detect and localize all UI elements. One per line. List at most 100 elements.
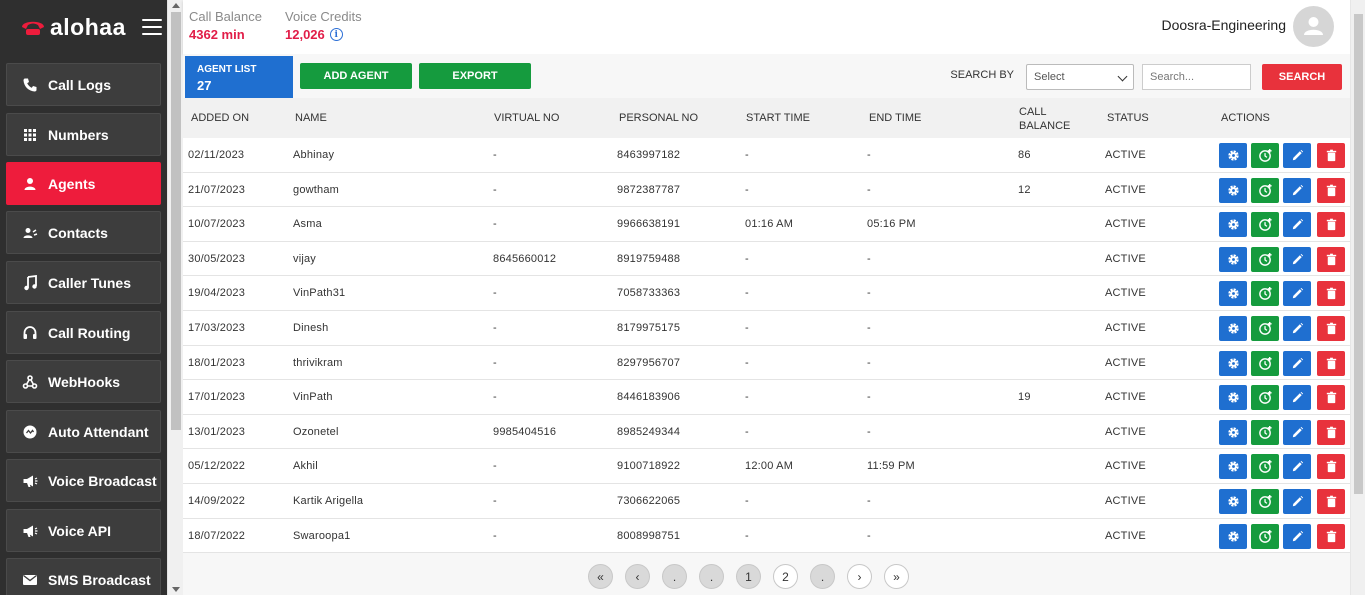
delete-button[interactable] (1317, 488, 1345, 514)
settings-button[interactable] (1219, 143, 1247, 168)
delete-button[interactable] (1317, 350, 1345, 376)
add-agent-button[interactable]: ADD AGENT (300, 63, 412, 89)
avatar[interactable] (1293, 6, 1334, 47)
search-input[interactable]: Search... (1142, 64, 1251, 90)
next-page-button[interactable]: › (847, 564, 872, 589)
edit-button[interactable] (1283, 315, 1311, 341)
sidebar-item-call-routing[interactable]: Call Routing (6, 311, 161, 354)
page-ellipsis[interactable]: . (699, 564, 724, 589)
schedule-button[interactable] (1251, 143, 1279, 168)
edit-button[interactable] (1283, 488, 1311, 514)
delete-button[interactable] (1317, 177, 1345, 203)
schedule-button[interactable] (1251, 281, 1279, 307)
search-by-select[interactable]: Select (1026, 64, 1134, 90)
page-ellipsis[interactable]: . (810, 564, 835, 589)
table-row: 14/09/2022 Kartik Arigella - 7306622065 - - AC… (183, 483, 1350, 519)
page-ellipsis[interactable]: . (662, 564, 687, 589)
edit-button[interactable] (1283, 350, 1311, 376)
settings-button[interactable] (1219, 177, 1247, 203)
last-page-button[interactable]: » (884, 564, 909, 589)
settings-button[interactable] (1219, 454, 1247, 480)
settings-button[interactable] (1219, 350, 1247, 376)
first-page-button[interactable]: « (588, 564, 613, 589)
sidebar-item-voice-broadcast[interactable]: Voice Broadcast (6, 459, 161, 502)
schedule-button[interactable] (1251, 350, 1279, 376)
settings-button[interactable] (1219, 419, 1247, 445)
export-button[interactable]: EXPORT (419, 63, 531, 89)
search-button[interactable]: SEARCH (1262, 64, 1342, 90)
sidebar-scrollbar[interactable] (167, 0, 183, 595)
schedule-button[interactable] (1251, 488, 1279, 514)
logo-bar: alohaa (0, 0, 167, 54)
info-icon[interactable]: i (329, 28, 343, 41)
sidebar-item-sms-broadcast[interactable]: SMS Broadcast (6, 558, 161, 595)
sidebar-item-numbers[interactable]: Numbers (6, 113, 161, 156)
edit-button[interactable] (1283, 385, 1311, 411)
edit-button[interactable] (1283, 212, 1311, 238)
gear-icon (1226, 459, 1241, 474)
schedule-button[interactable] (1251, 385, 1279, 411)
edit-button[interactable] (1283, 143, 1311, 168)
pencil-icon (1290, 321, 1305, 336)
delete-button[interactable] (1317, 419, 1345, 445)
settings-button[interactable] (1219, 212, 1247, 238)
row-actions (1219, 350, 1349, 376)
sidebar-item-agents[interactable]: Agents (6, 162, 161, 205)
page-scrollbar[interactable] (1350, 0, 1365, 595)
delete-button[interactable] (1317, 143, 1345, 168)
trash-icon (1324, 494, 1339, 509)
delete-button[interactable] (1317, 281, 1345, 307)
sidebar-item-auto-attendant[interactable]: Auto Attendant (6, 410, 161, 453)
pencil-icon (1290, 529, 1305, 544)
edit-button[interactable] (1283, 419, 1311, 445)
prev-page-button[interactable]: ‹ (625, 564, 650, 589)
schedule-button[interactable] (1251, 419, 1279, 445)
sidebar-item-caller-tunes[interactable]: Caller Tunes (6, 261, 161, 304)
cell-personal-no: 9872387787 (617, 183, 681, 196)
schedule-button[interactable] (1251, 454, 1279, 480)
sidebar-item-voice-api[interactable]: Voice API (6, 509, 161, 552)
edit-button[interactable] (1283, 281, 1311, 307)
sidebar-item-webhooks[interactable]: WebHooks (6, 360, 161, 403)
schedule-button[interactable] (1251, 212, 1279, 238)
sidebar-item-contacts[interactable]: Contacts (6, 211, 161, 254)
edit-button[interactable] (1283, 177, 1311, 203)
schedule-button[interactable] (1251, 177, 1279, 203)
settings-button[interactable] (1219, 488, 1247, 514)
schedule-button[interactable] (1251, 315, 1279, 341)
hamburger-menu-icon[interactable] (141, 19, 162, 35)
settings-button[interactable] (1219, 385, 1247, 411)
settings-button[interactable] (1219, 315, 1247, 341)
user-name[interactable]: Doosra-Engineering (1161, 17, 1286, 33)
cell-end-time: - (867, 391, 871, 404)
sidebar-item-call-logs[interactable]: Call Logs (6, 63, 161, 106)
webhook-icon (21, 373, 39, 391)
schedule-button[interactable] (1251, 246, 1279, 272)
edit-button[interactable] (1283, 523, 1311, 549)
delete-button[interactable] (1317, 212, 1345, 238)
cell-start-time: 12:00 AM (745, 460, 794, 473)
edit-button[interactable] (1283, 246, 1311, 272)
delete-button[interactable] (1317, 246, 1345, 272)
delete-button[interactable] (1317, 523, 1345, 549)
schedule-button[interactable] (1251, 523, 1279, 549)
phone-logo-icon (20, 17, 46, 37)
page-2-button[interactable]: 2 (773, 564, 798, 589)
delete-button[interactable] (1317, 454, 1345, 480)
settings-button[interactable] (1219, 281, 1247, 307)
gear-icon (1226, 217, 1241, 232)
gear-icon (1226, 529, 1241, 544)
th-actions: ACTIONS (1221, 112, 1270, 124)
table-row: 30/05/2023 vijay 8645660012 8919759488 - - ACT… (183, 241, 1350, 277)
trash-icon (1324, 286, 1339, 301)
trash-icon (1324, 183, 1339, 198)
clock-add-icon (1258, 356, 1273, 371)
pencil-icon (1290, 183, 1305, 198)
settings-button[interactable] (1219, 523, 1247, 549)
edit-button[interactable] (1283, 454, 1311, 480)
delete-button[interactable] (1317, 385, 1345, 411)
row-actions (1219, 454, 1349, 480)
delete-button[interactable] (1317, 315, 1345, 341)
page-1-button[interactable]: 1 (736, 564, 761, 589)
settings-button[interactable] (1219, 246, 1247, 272)
